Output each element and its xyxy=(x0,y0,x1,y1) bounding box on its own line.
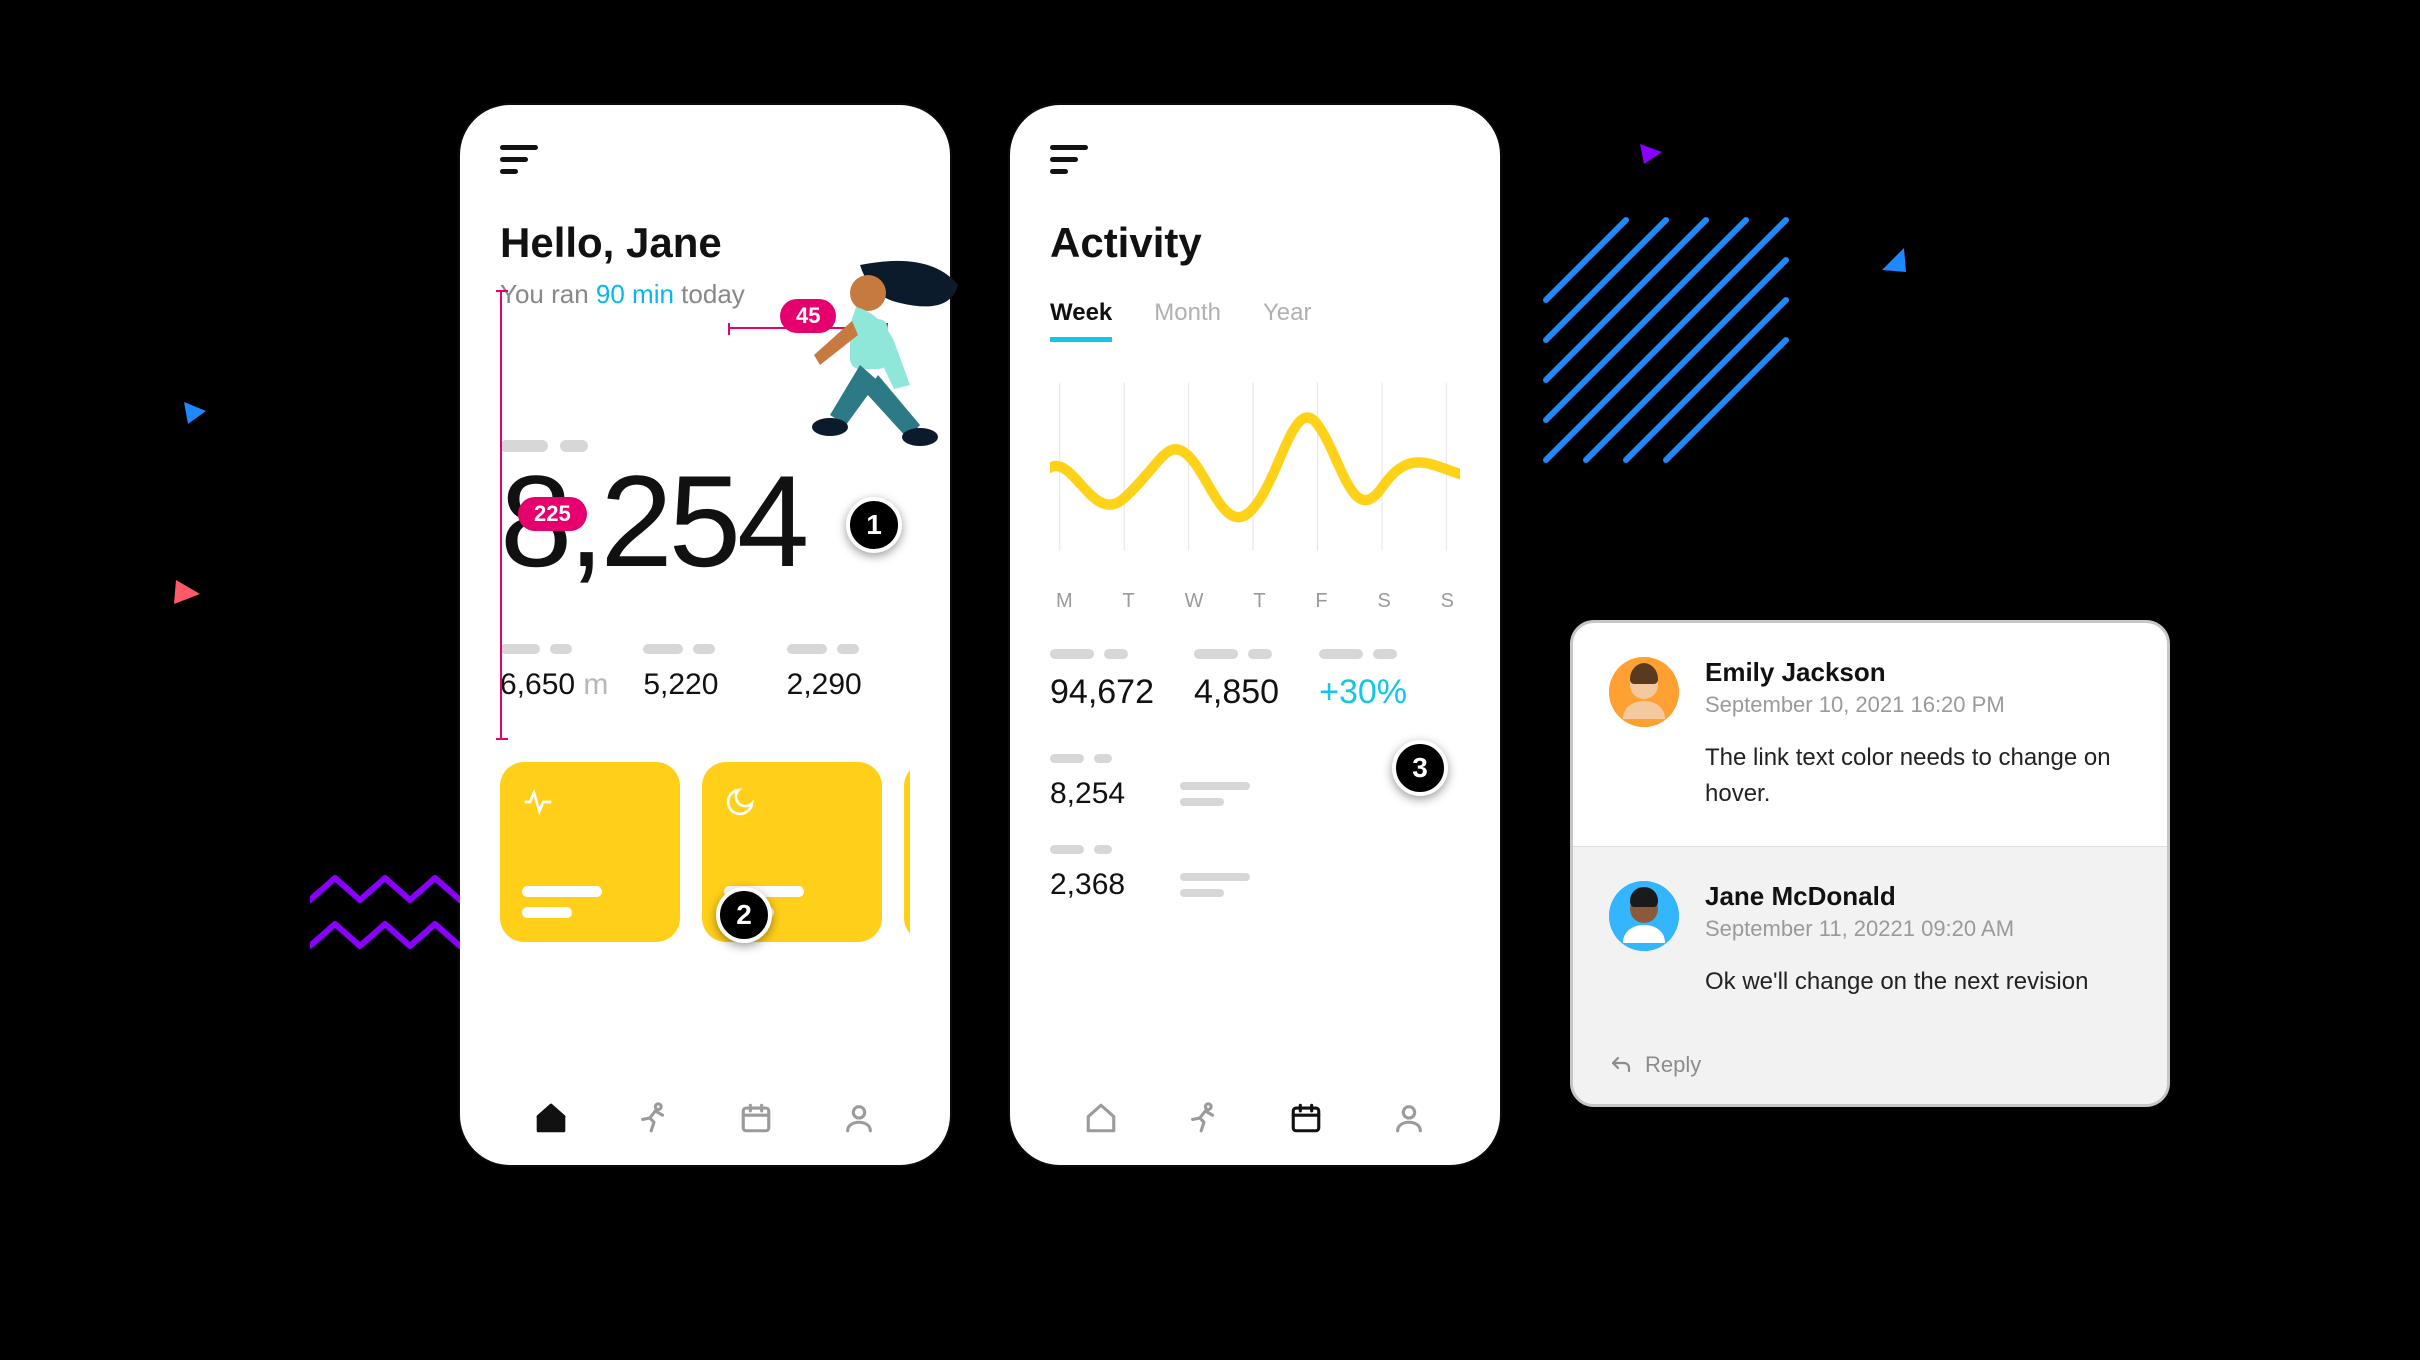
day-label: T xyxy=(1123,590,1135,613)
stat-value: 2,290 xyxy=(787,668,862,701)
menu-button[interactable] xyxy=(500,145,540,174)
triangle-icon xyxy=(180,398,210,428)
list-value: 8,254 xyxy=(1050,777,1150,811)
sub-post: today xyxy=(674,279,745,309)
day-label: S xyxy=(1377,590,1390,613)
sub-highlight: 90 min xyxy=(596,279,674,309)
stat-unit: m xyxy=(583,668,608,701)
spec-ruler-vertical xyxy=(500,290,502,740)
comment-text: Ok we'll change on the next revision xyxy=(1705,964,2131,1000)
day-label: S xyxy=(1441,590,1454,613)
moon-icon xyxy=(724,786,756,818)
bottom-nav xyxy=(500,1073,910,1135)
day-label: T xyxy=(1253,590,1265,613)
bottom-nav xyxy=(1050,1073,1460,1135)
comment-text: The link text color needs to change on h… xyxy=(1705,740,2131,812)
day-axis: M T W T F S S xyxy=(1050,590,1460,613)
metric-value: 94,672 xyxy=(1050,673,1154,712)
avatar xyxy=(1609,657,1679,727)
profile-icon[interactable] xyxy=(842,1101,876,1135)
reply-label: Reply xyxy=(1645,1052,1701,1078)
phone-activity-screen: Activity Week Month Year M T W T F S S 9… xyxy=(1010,105,1500,1165)
stat-value: 6,650 xyxy=(500,668,575,701)
day-label: F xyxy=(1315,590,1327,613)
activity-chart xyxy=(1050,372,1460,582)
tab-month[interactable]: Month xyxy=(1154,299,1221,342)
runner-illustration xyxy=(760,255,960,485)
comment-item: Emily Jackson September 10, 2021 16:20 P… xyxy=(1573,623,2167,846)
cards-row xyxy=(500,762,910,942)
comment-author: Jane McDonald xyxy=(1705,881,2131,912)
page-title: Activity xyxy=(1050,219,1460,267)
profile-icon[interactable] xyxy=(1392,1101,1426,1135)
tab-year[interactable]: Year xyxy=(1263,299,1312,342)
reply-arrow-icon xyxy=(1609,1053,1633,1077)
stat-value: 5,220 xyxy=(643,668,718,701)
calendar-icon[interactable] xyxy=(1289,1101,1323,1135)
home-icon[interactable] xyxy=(1084,1101,1118,1135)
day-label: W xyxy=(1185,590,1204,613)
day-label: M xyxy=(1056,590,1073,613)
metric-item: +30% xyxy=(1319,649,1407,712)
stat-item: 6,650 m xyxy=(500,644,623,702)
metric-delta: +30% xyxy=(1319,673,1407,712)
callout-marker-3: 3 xyxy=(1392,740,1448,796)
heartbeat-icon xyxy=(522,786,554,818)
comment-date: September 10, 2021 16:20 PM xyxy=(1705,692,2131,718)
sub-pre: You ran xyxy=(500,279,596,309)
metric-value: 4,850 xyxy=(1194,673,1279,712)
callout-marker-2: 2 xyxy=(716,887,772,943)
comment-item: Jane McDonald September 11, 20221 09:20 … xyxy=(1573,846,2167,1034)
comment-author: Emily Jackson xyxy=(1705,657,2131,688)
stat-item: 2,290 xyxy=(787,644,910,702)
triangle-icon xyxy=(1636,140,1664,168)
triangle-icon xyxy=(1878,244,1910,276)
menu-button[interactable] xyxy=(1050,145,1090,174)
metric-item: 94,672 xyxy=(1050,649,1154,712)
card-heart-rate[interactable] xyxy=(500,762,680,942)
calendar-icon[interactable] xyxy=(739,1101,773,1135)
list-item: 2,368 xyxy=(1050,845,1460,902)
callout-marker-1: 1 xyxy=(846,497,902,553)
metrics-row: 94,672 4,850 +30% xyxy=(1050,649,1460,712)
phone-home-screen: 45 225 Hello, Jane You ran 90 min today … xyxy=(460,105,950,1165)
metric-item: 4,850 xyxy=(1194,649,1279,712)
card-hydration[interactable] xyxy=(904,762,910,942)
diagonal-lines-icon xyxy=(1536,210,1796,470)
run-icon[interactable] xyxy=(637,1101,671,1135)
stat-item: 5,220 xyxy=(643,644,766,702)
comments-panel: Emily Jackson September 10, 2021 16:20 P… xyxy=(1570,620,2170,1107)
stats-row: 6,650 m 5,220 2,290 xyxy=(500,644,910,702)
range-tabs: Week Month Year xyxy=(1050,299,1460,342)
reply-button[interactable]: Reply xyxy=(1573,1034,2167,1104)
avatar xyxy=(1609,881,1679,951)
spec-pill: 225 xyxy=(518,497,587,531)
run-icon[interactable] xyxy=(1187,1101,1221,1135)
list-value: 2,368 xyxy=(1050,868,1150,902)
home-icon[interactable] xyxy=(534,1101,568,1135)
triangle-icon xyxy=(170,576,204,610)
comment-date: September 11, 20221 09:20 AM xyxy=(1705,916,2131,942)
tab-week[interactable]: Week xyxy=(1050,299,1112,342)
